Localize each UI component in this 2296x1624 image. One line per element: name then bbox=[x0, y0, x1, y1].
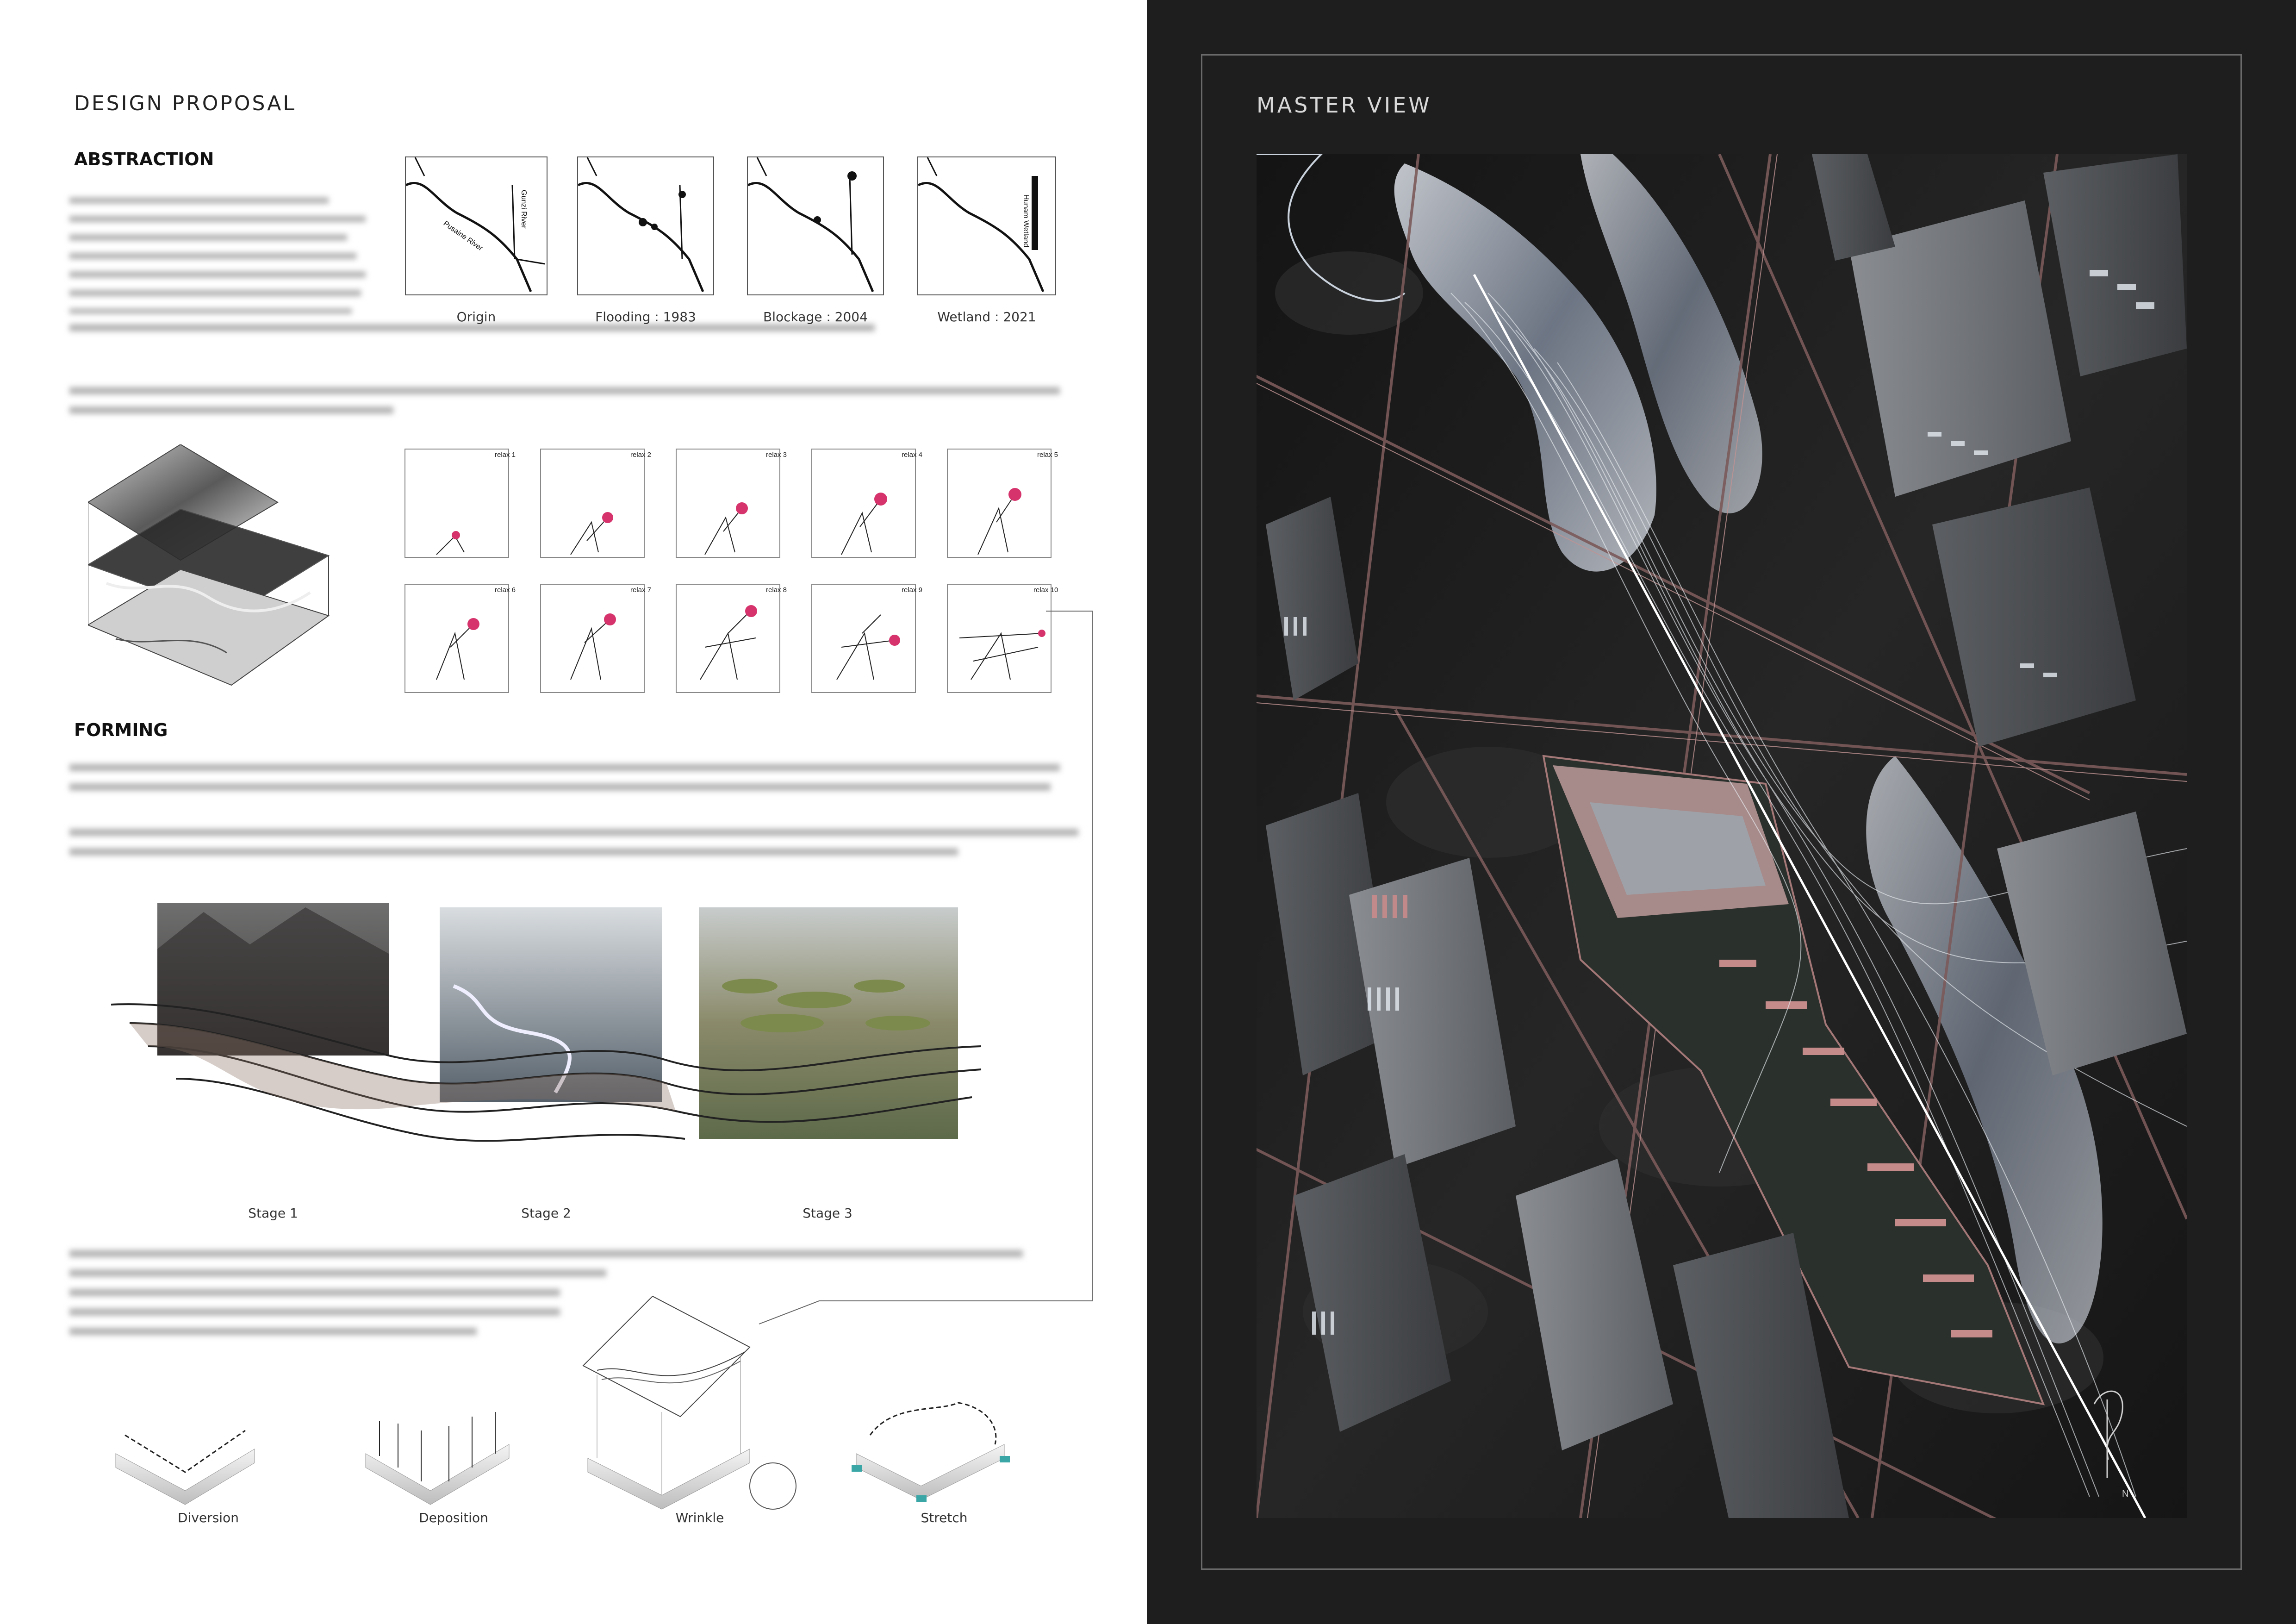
left-sheet: DESIGN PROPOSAL ABSTRACTION Pusaine Rive… bbox=[0, 0, 1147, 1624]
design-proposal-title: DESIGN PROPOSAL bbox=[74, 92, 296, 115]
relax-label-8: relax 8 bbox=[766, 586, 787, 594]
abstraction-text-blurred bbox=[69, 194, 375, 314]
right-sheet: MASTER VIEW N bbox=[1117, 0, 2296, 1624]
abstraction-text-blurred-3 bbox=[69, 382, 1106, 424]
map-caption-blockage: Blockage : 2004 bbox=[763, 309, 868, 325]
relax-label-5: relax 5 bbox=[1037, 451, 1058, 459]
map-caption-flooding: Flooding : 1983 bbox=[595, 309, 696, 325]
relax-label-10: relax 10 bbox=[1033, 586, 1058, 594]
relax-label-1: relax 1 bbox=[495, 451, 516, 459]
map-caption-origin: Origin bbox=[456, 309, 496, 325]
forming-text-blurred bbox=[69, 759, 1106, 875]
operation-caption-stretch: Stretch bbox=[921, 1510, 968, 1525]
map-wetland: Hunam Wetland bbox=[917, 156, 1056, 295]
map-caption-wetland: Wetland : 2021 bbox=[937, 309, 1036, 325]
map-label-gunzi: Gunzi River bbox=[520, 190, 528, 229]
relax-label-9: relax 9 bbox=[902, 586, 923, 594]
map-flooding bbox=[577, 156, 714, 295]
operation-diagrams bbox=[106, 1295, 1078, 1528]
forming-heading: FORMING bbox=[74, 720, 168, 740]
relax-label-7: relax 7 bbox=[630, 586, 652, 594]
operation-caption-diversion: Diversion bbox=[178, 1510, 239, 1525]
map-label-hunam: Hunam Wetland bbox=[1022, 194, 1030, 247]
map-origin: Pusaine River Gunzi River bbox=[405, 156, 548, 295]
landscape-stages-illustration bbox=[111, 893, 1055, 1181]
relax-label-6: relax 6 bbox=[495, 586, 516, 594]
abstraction-heading: ABSTRACTION bbox=[74, 149, 214, 169]
stage-2-caption: Stage 2 bbox=[521, 1206, 571, 1221]
relax-label-3: relax 3 bbox=[766, 451, 787, 459]
relax-label-4: relax 4 bbox=[902, 451, 923, 459]
relax-label-2: relax 2 bbox=[630, 451, 652, 459]
north-label: N bbox=[2122, 1489, 2128, 1499]
operation-caption-deposition: Deposition bbox=[419, 1510, 488, 1525]
master-view-title: MASTER VIEW bbox=[1257, 93, 1432, 118]
map-blockage bbox=[747, 156, 884, 295]
master-view-plan: N bbox=[1117, 153, 2188, 1544]
operation-caption-wrinkle: Wrinkle bbox=[675, 1510, 724, 1525]
stage-1-caption: Stage 1 bbox=[248, 1206, 298, 1221]
stage-3-caption: Stage 3 bbox=[803, 1206, 852, 1221]
layered-texture-hexagon bbox=[87, 443, 333, 704]
